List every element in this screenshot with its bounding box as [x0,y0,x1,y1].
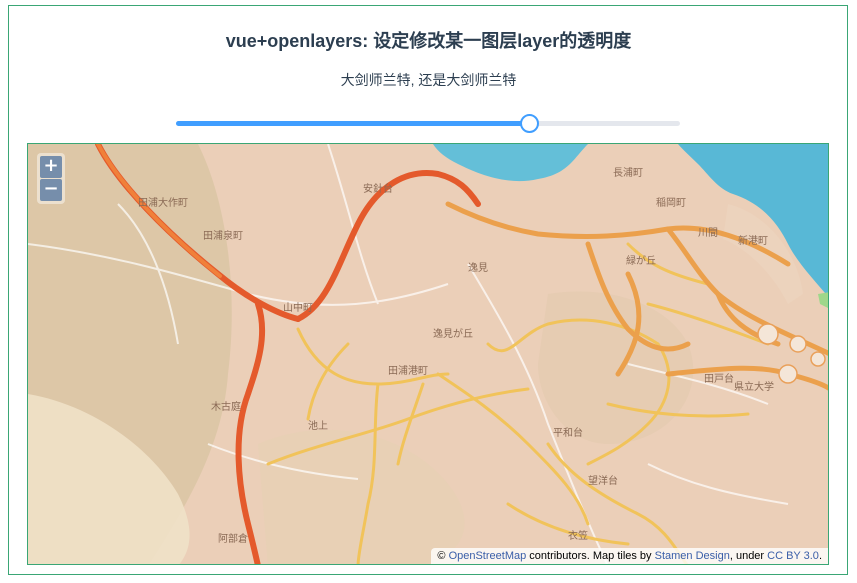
place-label: 安針台 [363,182,393,195]
zoom-out-button[interactable]: − [40,179,62,201]
slider-fill [176,121,529,126]
place-label: 緑が丘 [626,254,656,267]
place-label: 県立大学 [734,380,774,393]
attribution-text: contributors. Map tiles by [529,550,652,562]
place-label: 川間 [698,227,718,239]
stamen-design-link[interactable]: Stamen Design [655,550,730,562]
place-label: 逸見 [468,262,488,274]
slider-handle[interactable] [519,114,539,133]
zoom-control: + − [37,153,65,204]
place-label: 田浦大作町 [138,196,188,209]
place-label: 平和台 [553,426,583,439]
place-label: 田浦港町 [388,364,428,377]
place-label: 長浦町 [613,166,643,179]
zoom-in-button[interactable]: + [40,156,62,178]
license-link[interactable]: CC BY 3.0 [767,550,819,562]
place-label: 阿部倉 [218,532,248,545]
place-label: 山中町 [283,301,313,314]
place-label: 田浦泉町 [203,229,243,242]
place-label: 田戸台 [704,372,734,385]
page-title: vue+openlayers: 设定修改某一图层layer的透明度 [225,31,632,51]
place-label: 稲岡町 [656,197,686,209]
place-label: 衣笠 [568,529,588,542]
page-subtitle: 大剑师兰特, 还是大剑师兰特 [340,72,517,88]
opacity-slider[interactable] [176,112,680,134]
copyright-symbol: © [437,550,446,562]
place-label: 新港町 [738,234,768,247]
map-attribution: © OpenStreetMap contributors. Map tiles … [431,548,828,564]
place-label: 木古庭 [211,400,241,413]
openstreetmap-link[interactable]: OpenStreetMap [449,550,527,562]
place-label: 望洋台 [588,474,618,487]
place-label: 逸見が丘 [433,327,473,340]
attribution-suffix: . [818,550,822,562]
map-tiles: 田浦大作町 田浦泉町 安針台 長浦町 稲岡町 新港町 逸見 緑が丘 山中町 逸見… [28,144,828,564]
place-label: 池上 [308,419,328,432]
attribution-under-text: , under [729,550,765,562]
map-view[interactable]: 田浦大作町 田浦泉町 安針台 長浦町 稲岡町 新港町 逸見 緑が丘 山中町 逸見… [27,143,829,565]
